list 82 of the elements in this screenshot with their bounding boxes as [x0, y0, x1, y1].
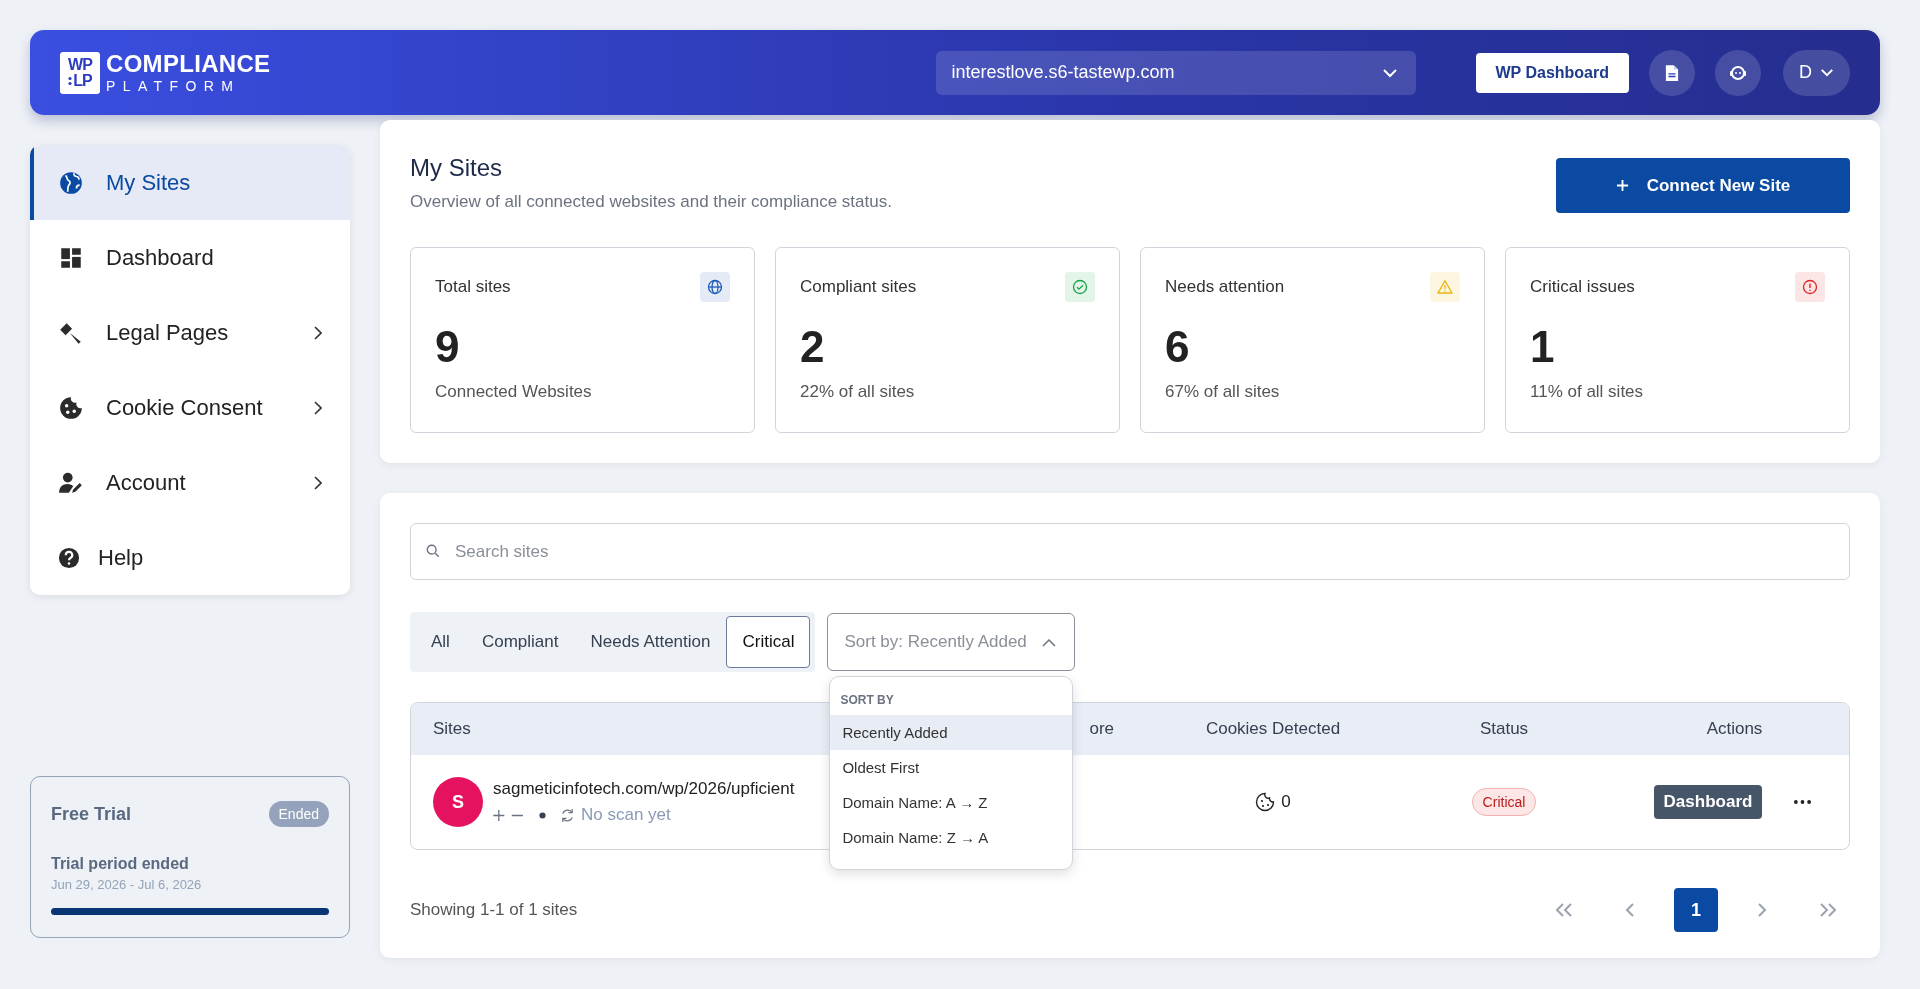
stat-note: Connected Websites	[435, 382, 593, 402]
stat-note: 67% of all sites	[1165, 382, 1281, 402]
filter-tab[interactable]: Critical	[726, 616, 811, 668]
stat-label: Critical issues	[1530, 277, 1635, 297]
more-icon	[1794, 800, 1812, 804]
support-button[interactable]	[1715, 49, 1761, 96]
trial-dates: Jun 29, 2026 - Jul 6, 2026	[51, 877, 203, 892]
warning-icon	[1437, 279, 1453, 295]
plus-icon	[1615, 179, 1629, 192]
logo-name: COMPLIANCE	[106, 52, 271, 76]
info-icon	[1802, 279, 1818, 295]
stat-value: 2	[800, 322, 826, 372]
sort-option[interactable]: Domain Name: A → Z	[830, 785, 1073, 820]
sidebar-item[interactable]: Cookie Consent	[30, 370, 350, 445]
chevron-right-icon	[314, 325, 322, 340]
globe-icon	[58, 169, 84, 196]
column-header: ore	[1089, 719, 1114, 738]
results-summary: Showing 1-1 of 1 sites	[410, 900, 578, 920]
double-chevron-left-icon	[1555, 903, 1573, 917]
scan-status: No scan yet	[581, 805, 671, 825]
help-icon	[58, 546, 80, 569]
logo-mark-text: LP	[73, 72, 92, 89]
chevron-down-icon	[1381, 67, 1398, 78]
column-header: Actions	[1706, 719, 1763, 738]
filter-tab[interactable]: Needs Attention	[574, 616, 727, 668]
dot-icon	[539, 811, 546, 819]
column-header: Cookies Detected	[1205, 719, 1341, 738]
sidebar-item[interactable]: Legal Pages	[30, 295, 350, 370]
page-subtitle: Overview of all connected websites and their compliance status.	[410, 192, 892, 212]
chevron-up-icon	[1042, 637, 1057, 647]
chevron-right-icon	[314, 475, 322, 490]
stat-value: 6	[1165, 322, 1191, 372]
chevron-right-icon	[1757, 903, 1767, 917]
sort-option[interactable]: Recently Added	[830, 715, 1073, 750]
stat-label: Compliant sites	[800, 277, 917, 297]
sidebar-item[interactable]: Account	[30, 445, 350, 520]
chevron-down-icon	[1820, 68, 1834, 77]
sort-option[interactable]: Oldest First	[830, 750, 1073, 785]
sidebar-item[interactable]: My Sites	[30, 145, 350, 220]
logo-tagline: PLATFORM	[106, 79, 242, 93]
connect-new-site-button[interactable]: Connect New Site	[1556, 158, 1850, 213]
document-button[interactable]	[1649, 49, 1695, 96]
site-url: sagmeticinfotech.com/wp/2026/upficient	[493, 779, 795, 799]
check-circle-icon	[1072, 279, 1088, 295]
plus-minus-icon	[493, 808, 525, 822]
filter-tab[interactable]: Compliant	[465, 616, 575, 668]
stat-note: 22% of all sites	[800, 382, 916, 402]
cookie-count: 0	[1281, 792, 1291, 812]
chevron-left-icon	[1625, 903, 1635, 917]
sort-option[interactable]: Domain Name: Z → A	[830, 820, 1073, 855]
column-header: Sites	[433, 719, 471, 738]
globe-icon	[707, 279, 723, 295]
column-header: Status	[1479, 719, 1529, 739]
refresh-icon	[560, 806, 575, 824]
user-menu-button[interactable]: D	[1783, 49, 1850, 96]
stat-value: 9	[435, 322, 461, 372]
dots-icon	[68, 75, 73, 86]
cookie-icon	[1255, 792, 1276, 812]
site-avatar: S	[433, 777, 483, 827]
search-field[interactable]: Search sites	[410, 523, 1850, 580]
stat-note: 11% of all sites	[1530, 382, 1645, 402]
document-icon	[1665, 63, 1679, 82]
trial-title: Free Trial	[51, 803, 132, 825]
site-select[interactable]: interestlove.s6-tastewp.com	[935, 50, 1416, 95]
filter-tab[interactable]: All	[415, 616, 466, 668]
stat-value: 1	[1530, 322, 1556, 372]
sidebar-item[interactable]: Dashboard	[30, 220, 350, 295]
stat-label: Needs attention	[1165, 277, 1285, 297]
cookie-icon	[58, 394, 84, 421]
menu-heading: SORT BY	[839, 693, 895, 707]
chevron-right-icon	[314, 400, 322, 415]
page-title: My Sites	[410, 154, 503, 182]
logo-mark-text: WP	[68, 56, 92, 73]
wp-dashboard-button[interactable]: WP Dashboard	[1475, 52, 1629, 93]
double-chevron-right-icon	[1819, 903, 1837, 917]
stat-label: Total sites	[435, 277, 511, 297]
sidebar-item[interactable]: Help	[30, 520, 350, 595]
trial-badge: Ended	[268, 801, 329, 827]
page-button[interactable]: 1	[1674, 888, 1718, 932]
dashboard-button[interactable]: Dashboard	[1653, 785, 1763, 819]
trial-status: Trial period ended	[51, 855, 190, 873]
status-badge: Critical	[1471, 788, 1537, 816]
